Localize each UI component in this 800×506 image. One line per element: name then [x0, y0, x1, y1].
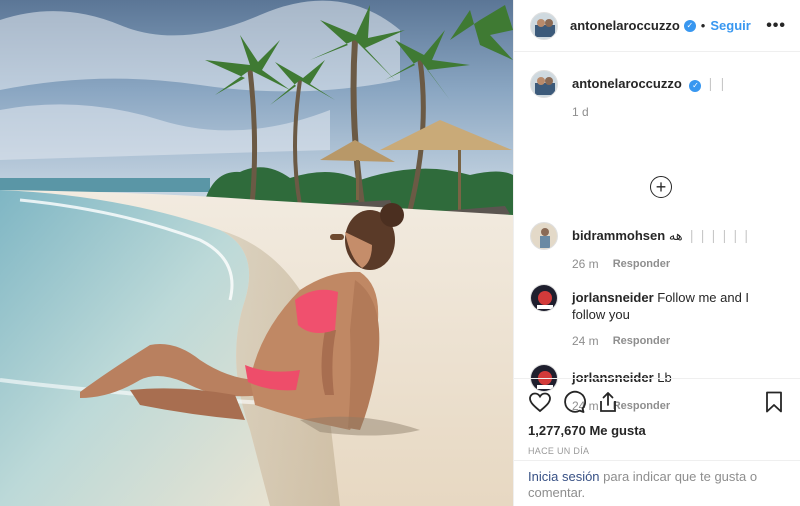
follow-button[interactable]: Seguir — [710, 18, 750, 33]
post-side-panel: antonelaroccuzzo ✓ • Seguir ••• antonela… — [513, 0, 800, 506]
verified-badge-icon: ✓ — [689, 80, 702, 92]
comment-body: bidrammohsen هه ❘❘❘❘❘❘ 26 m Responder — [572, 222, 752, 273]
caption-text: ❘❘ — [705, 76, 729, 91]
login-link[interactable]: Inicia sesión — [528, 469, 600, 484]
post-actions: 1,277,670 Me gusta HACE UN DÍA — [514, 378, 800, 456]
post-author-username[interactable]: antonelaroccuzzo — [570, 18, 680, 33]
beach-photo-image — [0, 0, 513, 506]
comment-text-suffix: ❘❘❘❘❘❘ — [686, 228, 752, 243]
comment-item: bidrammohsen هه ❘❘❘❘❘❘ 26 m Responder — [530, 222, 784, 273]
action-bar — [528, 387, 786, 417]
avatar[interactable] — [530, 222, 558, 250]
post-timestamp: HACE UN DÍA — [528, 446, 590, 456]
caption-body: antonelaroccuzzo ✓ ❘❘ 1 d — [572, 70, 729, 121]
more-options-icon[interactable]: ••• — [766, 17, 786, 35]
verified-badge-icon: ✓ — [683, 19, 696, 32]
caption: antonelaroccuzzo ✓ ❘❘ 1 d — [530, 70, 784, 121]
post-photo[interactable] — [0, 0, 513, 506]
avatar-image — [531, 285, 557, 311]
comment-username[interactable]: bidrammohsen — [572, 228, 665, 243]
caption-age: 1 d — [572, 105, 589, 119]
comment-text: هه — [668, 228, 683, 243]
heart-icon[interactable] — [528, 390, 552, 414]
comment-item: jorlansneider Follow me and I follow you… — [530, 284, 784, 350]
separator-dot: • — [700, 18, 706, 33]
share-icon[interactable] — [596, 390, 620, 414]
comment-username[interactable]: jorlansneider — [572, 290, 654, 305]
post-header: antonelaroccuzzo ✓ • Seguir ••• — [514, 0, 800, 52]
login-prompt: Inicia sesión para indicar que te gusta … — [514, 460, 800, 501]
avatar-image — [531, 12, 557, 39]
avatar[interactable] — [530, 70, 558, 98]
comment-body: jorlansneider Follow me and I follow you… — [572, 284, 784, 350]
comment-age: 24 m — [572, 334, 599, 348]
likes-count[interactable]: 1,277,670 Me gusta — [528, 423, 786, 438]
avatar-image — [531, 223, 557, 249]
reply-button[interactable]: Responder — [613, 256, 670, 273]
comments-section: antonelaroccuzzo ✓ ❘❘ 1 d + bidrammohsen… — [514, 52, 800, 413]
avatar[interactable] — [530, 11, 558, 40]
caption-username[interactable]: antonelaroccuzzo — [572, 76, 682, 91]
bookmark-icon[interactable] — [762, 390, 786, 414]
comment-age: 26 m — [572, 257, 599, 271]
avatar-image — [531, 71, 557, 97]
plus-circle-icon[interactable]: + — [650, 176, 672, 198]
avatar[interactable] — [530, 284, 558, 312]
comment-icon[interactable] — [562, 390, 586, 414]
reply-button[interactable]: Responder — [613, 333, 670, 350]
